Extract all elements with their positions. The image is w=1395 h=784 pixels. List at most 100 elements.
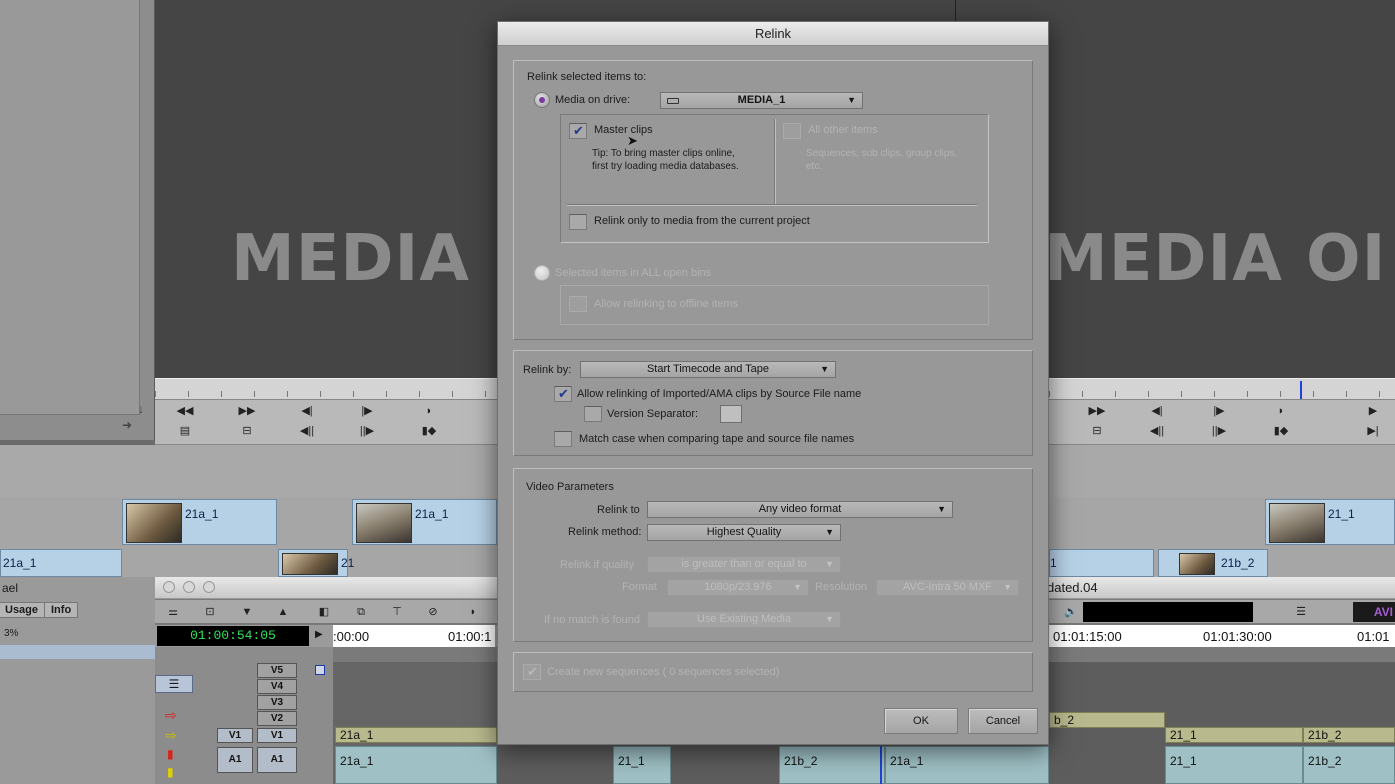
audio-volume-icon[interactable]: 🔈 — [1059, 604, 1083, 620]
trim-icon[interactable]: ⊟ — [235, 423, 259, 439]
timeline-clip-v1[interactable]: 21_1 — [1165, 727, 1303, 743]
mark-in-icon[interactable]: ▼ — [235, 604, 259, 620]
fast-forward-icon[interactable]: ▶▶ — [235, 403, 259, 419]
current-project-checkbox[interactable] — [569, 214, 587, 230]
format-select[interactable]: 1080p/23.976 ▼ — [667, 579, 809, 596]
clip-tile[interactable]: 21a_1 — [0, 549, 122, 577]
source-position-bar[interactable] — [155, 378, 497, 400]
minimize-window-button[interactable] — [183, 581, 195, 593]
splice-in-icon[interactable]: ⊤ — [385, 604, 409, 620]
timeline-clip-a1[interactable]: 21_1 — [1165, 746, 1303, 784]
resolution-select[interactable]: AVC-Intra 50 MXF ▼ — [876, 579, 1019, 596]
play-triangle-icon[interactable]: ▶ — [315, 629, 323, 640]
source-track-v1[interactable]: V1 — [217, 728, 253, 743]
media-on-drive-radio[interactable] — [534, 92, 550, 108]
lift-icon[interactable]: ⊡ — [198, 604, 222, 620]
ok-button[interactable]: OK — [884, 708, 958, 734]
clip-tile[interactable]: 21_1 — [1265, 499, 1395, 545]
step-forward-frame-icon[interactable]: ||▶ — [355, 423, 379, 439]
record-position-bar[interactable] — [1049, 378, 1395, 400]
play-icon[interactable]: |▶ — [1207, 403, 1231, 419]
timeline-position-indicator[interactable] — [880, 746, 882, 784]
track-monitor-icon[interactable] — [315, 665, 325, 675]
no-match-select[interactable]: Use Existing Media ▼ — [647, 611, 841, 628]
position-indicator[interactable] — [1300, 381, 1302, 399]
quality-comparison-select[interactable]: is greater than or equal to ▼ — [647, 556, 841, 573]
timeline-clip-a1[interactable]: 21b_2 — [1303, 746, 1395, 784]
scroll-down-icon[interactable]: ↓ — [138, 402, 144, 416]
version-separator-input[interactable] — [720, 405, 742, 423]
track-button-v4[interactable]: V4 — [257, 679, 297, 694]
trim-icon[interactable]: ⊟ — [1085, 423, 1109, 439]
track-menu-icon[interactable]: ☰ — [155, 675, 193, 693]
track-button-v1[interactable]: V1 — [257, 728, 297, 743]
scroll-right-icon[interactable]: ➜ — [122, 418, 132, 432]
clear-icon[interactable]: ⊘ — [421, 604, 445, 620]
mark-out-icon[interactable]: ▲ — [271, 604, 295, 620]
track-button-v5[interactable]: V5 — [257, 663, 297, 678]
source-track-a1[interactable]: A1 — [217, 747, 253, 773]
track-button-v3[interactable]: V3 — [257, 695, 297, 710]
clip-menu-icon[interactable]: ▤ — [173, 423, 197, 439]
step-back-frame-icon[interactable]: ◀|| — [1145, 423, 1169, 439]
timeline-ruler[interactable]: :00:00 01:00:1 — [333, 625, 495, 647]
divider — [567, 204, 977, 205]
master-clips-checkbox[interactable] — [569, 123, 587, 139]
timeline-clip-v1[interactable]: 21b_2 — [1303, 727, 1395, 743]
close-window-button[interactable] — [163, 581, 175, 593]
zoom-window-button[interactable] — [203, 581, 215, 593]
mark-out-icon[interactable]: ◗ — [417, 403, 441, 419]
track-button-v2[interactable]: V2 — [257, 711, 297, 726]
step-back-icon[interactable]: ◀| — [1145, 403, 1169, 419]
timeline-clip-a1[interactable]: 21a_1 — [885, 746, 1049, 784]
timeline-clip-v1[interactable]: b_2 — [1049, 712, 1165, 728]
go-to-end-icon[interactable]: ▶| — [1361, 423, 1385, 439]
bin-selected-row[interactable] — [0, 645, 155, 659]
arrow-right-icon[interactable]: ⇨ — [165, 707, 177, 724]
tab-info[interactable]: Info — [44, 602, 79, 618]
marker-icon[interactable]: ▮ — [167, 765, 174, 779]
tab-usage[interactable]: Usage — [0, 602, 46, 618]
play-forward-icon[interactable]: ▶ — [1361, 403, 1385, 419]
match-case-checkbox[interactable] — [554, 431, 572, 447]
relink-method-select[interactable]: Highest Quality ▼ — [647, 524, 841, 541]
mark-clip-icon[interactable]: ◗ — [461, 604, 485, 620]
fast-forward-icon[interactable]: ▶▶ — [1085, 403, 1109, 419]
timeline-clip-a1[interactable]: 21_1 — [613, 746, 671, 784]
clip-tile[interactable]: 21 — [278, 549, 354, 577]
drive-select[interactable]: MEDIA_1 ▼ — [660, 92, 863, 109]
timeline-clip-a1[interactable]: 21a_1 — [335, 746, 497, 784]
selected-items-radio[interactable] — [534, 265, 550, 281]
extract-icon[interactable]: ◧ — [312, 604, 336, 620]
allow-ama-checkbox[interactable] — [554, 386, 572, 402]
cancel-button[interactable]: Cancel — [968, 708, 1038, 734]
fast-menu-icon[interactable]: ☰ — [1289, 604, 1313, 620]
arrow-right-yellow-icon[interactable]: ⇨ — [165, 727, 177, 744]
clip-tile[interactable]: 1 — [1049, 549, 1154, 577]
all-other-items-checkbox[interactable] — [783, 123, 801, 139]
clip-tile[interactable]: 21a_1 — [352, 499, 497, 545]
relink-by-select[interactable]: Start Timecode and Tape ▼ — [580, 361, 836, 378]
record-icon[interactable]: ▮ — [167, 747, 174, 761]
timeline-clip-v1[interactable]: 21a_1 — [335, 727, 497, 743]
rewind-icon[interactable]: ◀◀ — [173, 403, 197, 419]
audio-meter — [1083, 602, 1253, 622]
splice-icon[interactable]: ▮◆ — [417, 423, 441, 439]
overwrite-icon[interactable]: ▮◆ — [1269, 423, 1293, 439]
track-button-a1[interactable]: A1 — [257, 747, 297, 773]
step-back-frame-icon[interactable]: ◀|| — [295, 423, 319, 439]
step-back-icon[interactable]: ◀| — [295, 403, 319, 419]
clip-tile[interactable]: 21b_2 — [1158, 549, 1268, 577]
play-icon[interactable]: |▶ — [355, 403, 379, 419]
clip-tile[interactable]: 21a_1 — [122, 499, 277, 545]
overwrite-icon[interactable]: ⧉ — [349, 604, 373, 620]
relink-to-select[interactable]: Any video format ▼ — [647, 501, 953, 518]
settings-icon[interactable]: ⚌ — [161, 604, 185, 620]
version-separator-checkbox[interactable] — [584, 406, 602, 422]
create-sequences-checkbox[interactable] — [523, 664, 541, 680]
step-forward-frame-icon[interactable]: ||▶ — [1207, 423, 1231, 439]
timeline-ruler-right[interactable]: 01:01:15:00 01:01:30:00 01:01 — [1049, 625, 1395, 647]
allow-offline-checkbox[interactable] — [569, 296, 587, 312]
timeline-clip-a1[interactable]: 21b_2 — [779, 746, 885, 784]
mark-out-icon[interactable]: ◗ — [1269, 403, 1293, 419]
